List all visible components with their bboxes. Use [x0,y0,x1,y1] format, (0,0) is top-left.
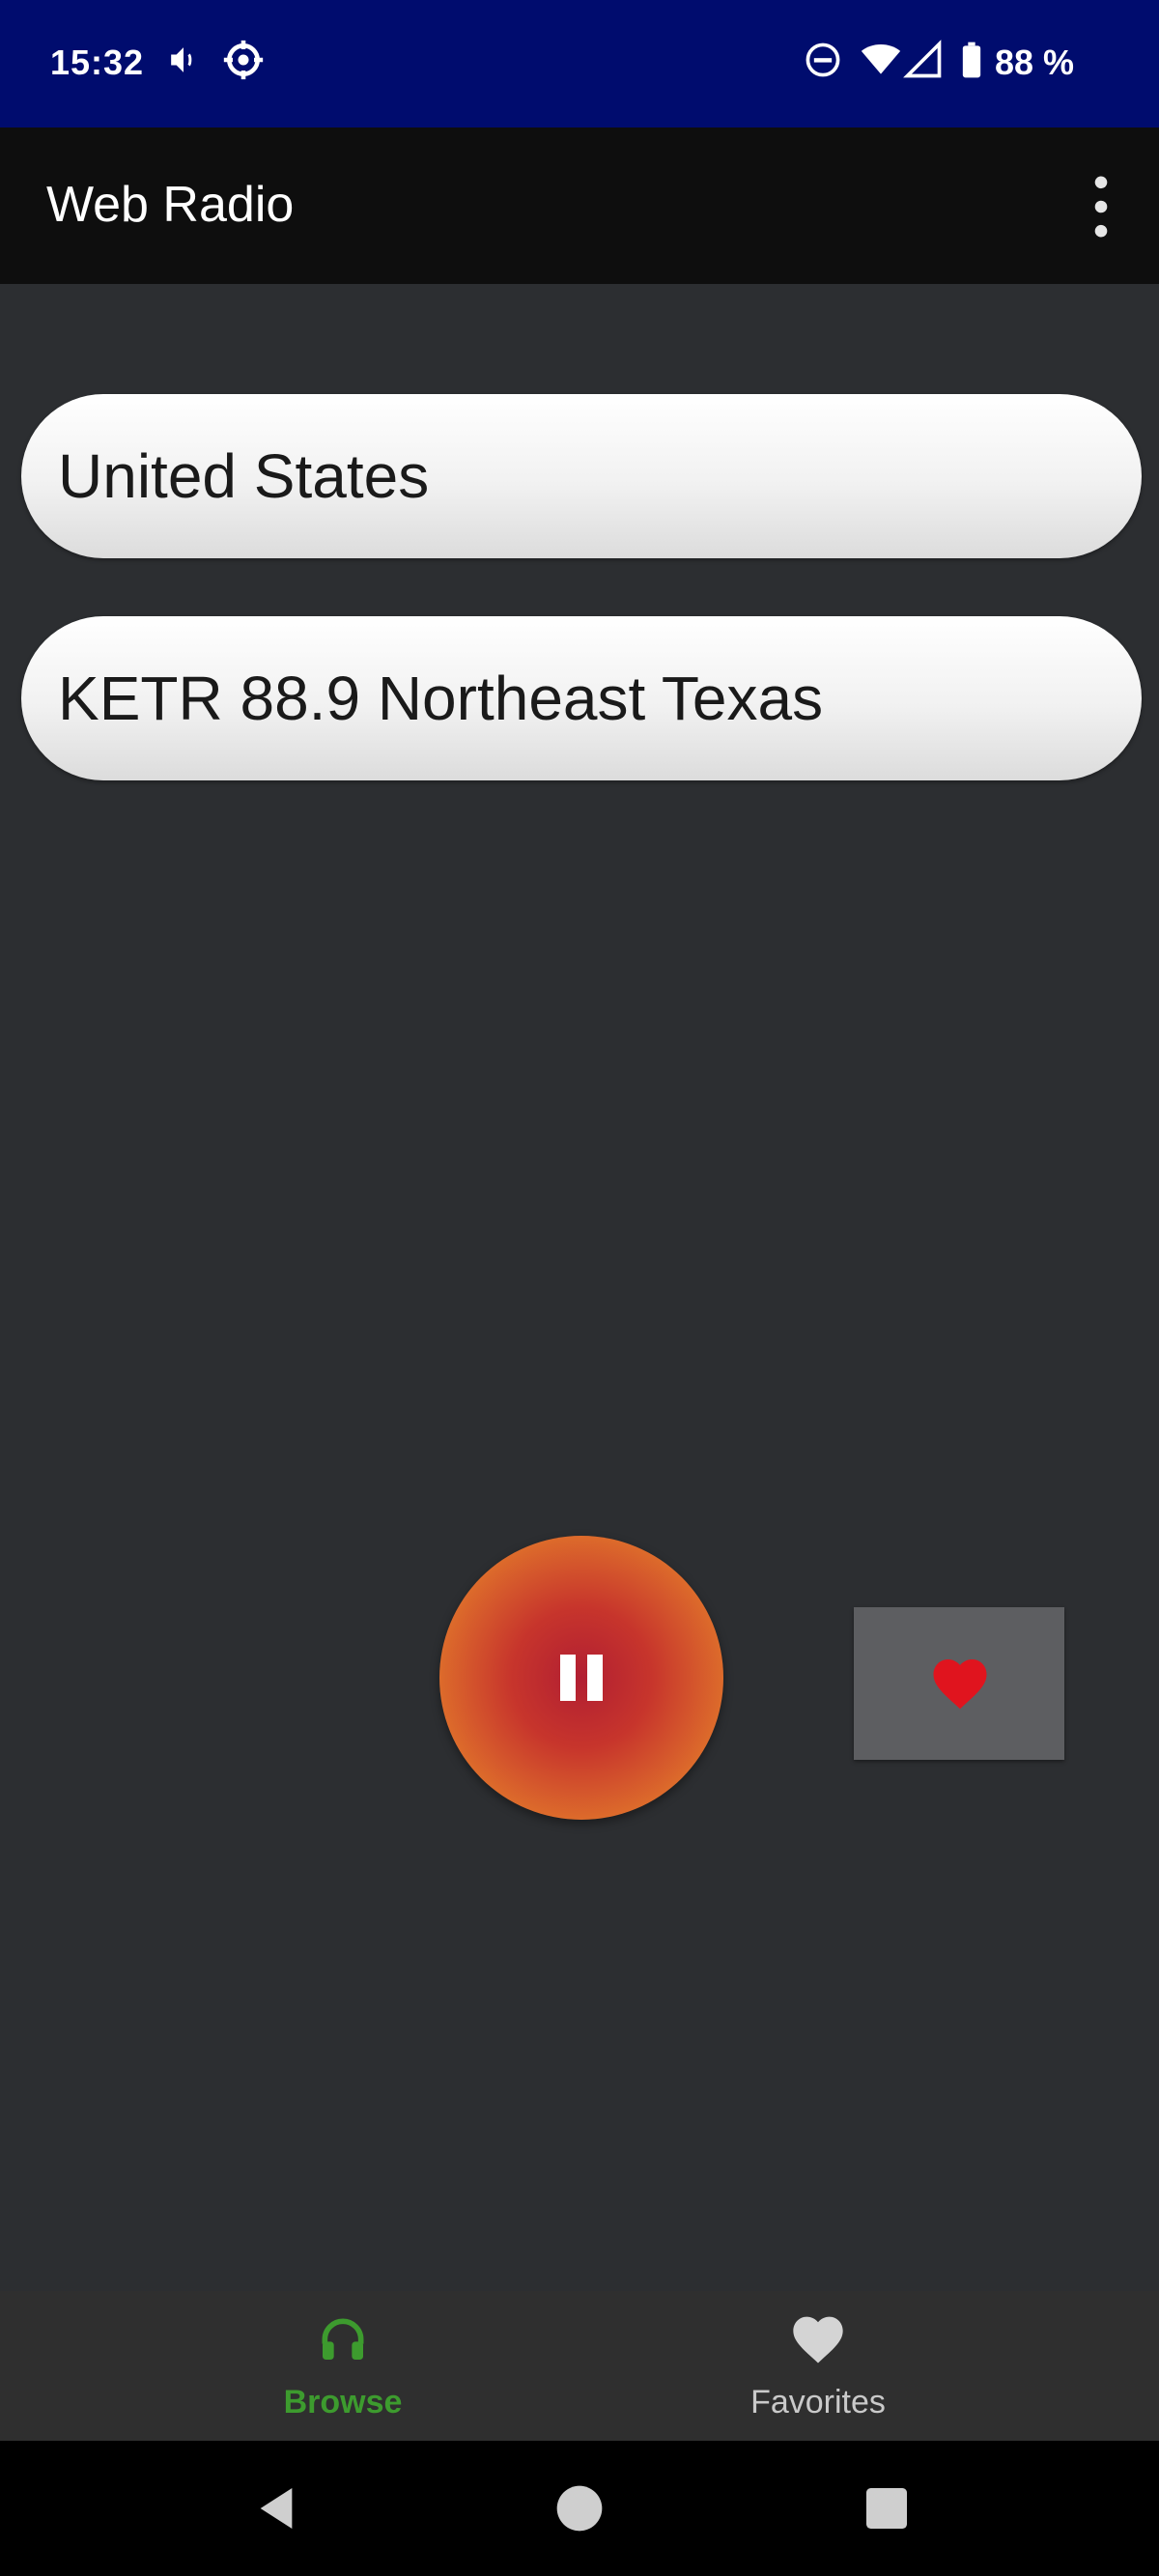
battery-icon [962,42,981,78]
volume-icon [171,47,192,72]
system-navigation [0,2441,1159,2576]
nav-browse[interactable]: Browse [198,2291,488,2441]
station-selector[interactable]: KETR 88.9 Northeast Texas [21,616,1142,780]
heart-icon [793,2316,843,2364]
status-bar: 15:32 88 % [0,0,1159,127]
heart-icon [933,1659,987,1710]
pause-icon [560,1655,603,1701]
wifi-icon [861,43,901,74]
battery-percentage: 88 % [995,42,1075,82]
headphones-icon [322,2318,364,2360]
recents-icon[interactable] [860,2481,914,2535]
bottom-navigation: Browse Favorites [0,2291,1159,2441]
play-pause-button[interactable] [439,1536,723,1820]
signal-icon [903,40,942,78]
back-icon[interactable] [249,2481,303,2535]
dnd-icon [806,42,840,77]
settings-gear-icon [223,40,264,80]
country-label: United States [58,441,430,511]
nav-browse-label: Browse [283,2384,403,2420]
home-icon[interactable] [552,2481,607,2535]
nav-favorites[interactable]: Favorites [673,2291,963,2441]
status-time: 15:32 [50,42,145,82]
app-title: Web Radio [46,177,295,233]
country-selector[interactable]: United States [21,394,1142,558]
app-bar: Web Radio [0,127,1159,284]
nav-favorites-label: Favorites [750,2384,886,2420]
overflow-menu-icon[interactable] [1082,166,1120,247]
add-favorite-button[interactable] [854,1607,1064,1760]
station-label: KETR 88.9 Northeast Texas [58,664,824,733]
